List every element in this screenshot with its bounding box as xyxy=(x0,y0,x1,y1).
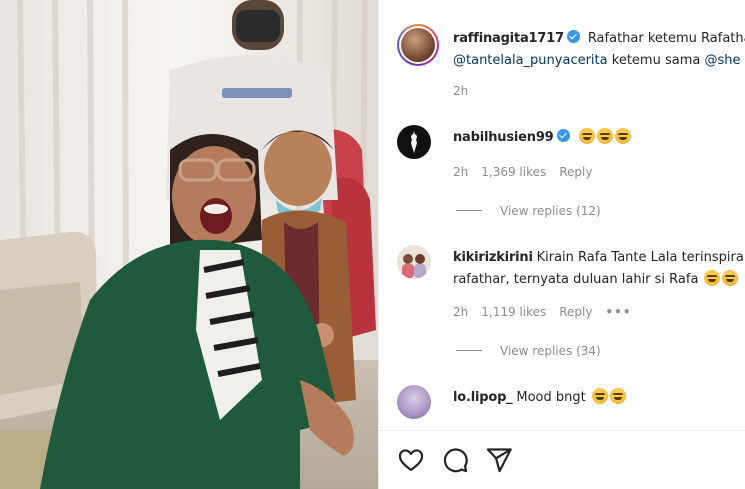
share-button[interactable] xyxy=(485,446,513,474)
laughing-emoji-icon xyxy=(704,270,721,286)
commenter-username[interactable]: nabilhusien99 xyxy=(453,130,554,145)
reply-button[interactable]: Reply xyxy=(559,305,592,319)
more-options-icon[interactable]: ••• xyxy=(605,305,631,319)
comment-time[interactable]: 2h xyxy=(453,165,468,179)
comment-text: Kirain Rafa Tante Lala terinspira xyxy=(536,250,744,265)
commenter-username[interactable]: lo.lipop_ xyxy=(453,390,513,405)
caption-line-1: raffinagita1717 Rafathar ketemu Rafatha xyxy=(453,26,745,50)
comment-text-2: rafathar, ternyata duluan lahir si Rafa xyxy=(453,272,699,287)
comment-item: kikirizkirini Kirain Rafa Tante Lala ter… xyxy=(397,245,745,375)
caption-mention-tantelala[interactable]: @tantelala_punyacerita xyxy=(453,53,608,68)
grinning-squint-emoji-icon xyxy=(579,128,596,144)
post-action-bar xyxy=(379,430,745,489)
comment-icon xyxy=(443,448,468,473)
comment-item: nabilhusien99 2h 1,369 likes Reply View re… xyxy=(397,125,745,235)
reply-button[interactable]: Reply xyxy=(559,165,592,179)
verified-badge-icon xyxy=(556,129,570,142)
divider-line xyxy=(456,210,482,211)
verified-badge-icon xyxy=(566,30,580,43)
caption-mention-she[interactable]: @she xyxy=(704,53,740,68)
comment-meta: 2h 1,119 likes Reply ••• xyxy=(453,305,645,319)
comment-likes[interactable]: 1,119 likes xyxy=(481,305,546,319)
heart-icon xyxy=(398,449,424,472)
divider-line xyxy=(456,350,482,351)
comment-line: kikirizkirini Kirain Rafa Tante Lala ter… xyxy=(453,245,745,269)
caption-text: Rafathar ketemu Rafatha xyxy=(587,31,745,46)
comment-item: lo.lipop_ Mood bngt xyxy=(397,385,745,425)
laughing-emoji-icon xyxy=(722,270,739,286)
caption-time[interactable]: 2h xyxy=(453,84,468,98)
view-replies-label: View replies (34) xyxy=(500,344,601,358)
comment-line: lo.lipop_ Mood bngt xyxy=(453,385,745,409)
post-caption: raffinagita1717 Rafathar ketemu Rafatha … xyxy=(397,24,745,104)
view-replies-button[interactable]: View replies (34) xyxy=(456,344,601,358)
caption-text-2: ketemu sama xyxy=(607,53,705,68)
share-icon xyxy=(486,448,512,473)
commenter-avatar[interactable] xyxy=(397,125,431,159)
comment-button[interactable] xyxy=(441,446,469,474)
view-replies-button[interactable]: View replies (12) xyxy=(456,204,601,218)
view-replies-label: View replies (12) xyxy=(500,204,601,218)
comment-meta: 2h 1,369 likes Reply xyxy=(453,165,605,179)
caption-meta: 2h xyxy=(453,84,481,98)
grinning-squint-emoji-icon xyxy=(597,128,614,144)
comment-time[interactable]: 2h xyxy=(453,305,468,319)
post-media-video[interactable] xyxy=(0,0,378,489)
grinning-squint-emoji-icon xyxy=(615,128,632,144)
grinning-squint-emoji-icon xyxy=(609,388,626,404)
commenter-avatar[interactable] xyxy=(397,245,431,279)
commenter-avatar[interactable] xyxy=(397,385,431,419)
comment-likes[interactable]: 1,369 likes xyxy=(481,165,546,179)
comment-line: nabilhusien99 xyxy=(453,125,745,149)
comment-line-2: rafathar, ternyata duluan lahir si Rafa xyxy=(453,267,745,291)
comments-panel: raffinagita1717 Rafathar ketemu Rafatha … xyxy=(378,0,745,489)
commenter-username[interactable]: kikirizkirini xyxy=(453,250,533,265)
like-button[interactable] xyxy=(397,446,425,474)
caption-line-2: @tantelala_punyacerita ketemu sama @she xyxy=(453,48,745,72)
author-username[interactable]: raffinagita1717 xyxy=(453,31,564,46)
author-avatar[interactable] xyxy=(397,24,439,66)
post-media-scene xyxy=(0,0,378,489)
comment-text: Mood bngt xyxy=(516,390,586,405)
grinning-squint-emoji-icon xyxy=(591,388,608,404)
